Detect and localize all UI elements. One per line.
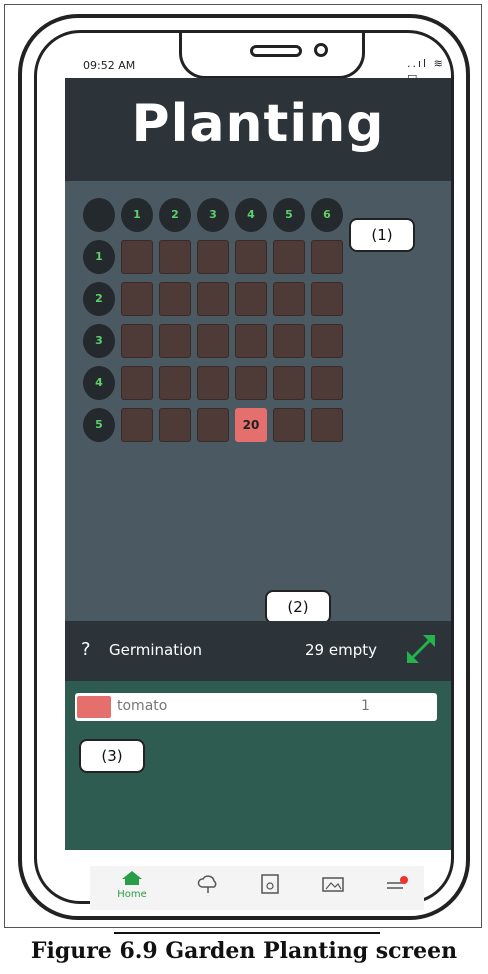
- cloud-icon: [197, 875, 217, 893]
- grid-cell[interactable]: [121, 324, 153, 358]
- menu-notification-icon: [387, 876, 408, 889]
- caption-rule: [114, 932, 380, 934]
- help-button[interactable]: ?: [81, 639, 91, 660]
- grid-cell[interactable]: [121, 282, 153, 316]
- nav-home[interactable]: Home: [112, 870, 152, 900]
- nav-home-label: Home: [117, 889, 147, 900]
- home-icon: [122, 871, 142, 885]
- figure-caption: Figure 6.9 Garden Planting screen: [30, 938, 458, 964]
- row-header: 1: [83, 240, 115, 274]
- grid-cell[interactable]: [121, 408, 153, 442]
- grid-cell[interactable]: [197, 240, 229, 274]
- grid-cell[interactable]: [121, 240, 153, 274]
- column-header: 4: [235, 198, 267, 232]
- annotation-callout-1: (1): [349, 218, 415, 252]
- grid-cell[interactable]: [159, 282, 191, 316]
- grid-cell[interactable]: [235, 366, 267, 400]
- stage-label: Germination: [109, 641, 202, 659]
- grid-cell[interactable]: [273, 324, 305, 358]
- status-time: 09:52 AM: [83, 59, 136, 72]
- grid-cell[interactable]: [273, 408, 305, 442]
- camera-icon: [314, 43, 328, 57]
- annotation-callout-2: (2): [265, 590, 331, 624]
- phone-notch: [179, 33, 365, 79]
- plant-name: tomato: [117, 698, 168, 714]
- plant-count: 1: [361, 698, 370, 714]
- row-header: 2: [83, 282, 115, 316]
- grid-cell[interactable]: [159, 240, 191, 274]
- speaker-icon: [250, 45, 302, 57]
- nav-cloud[interactable]: [188, 874, 228, 899]
- grid-cell[interactable]: [311, 282, 343, 316]
- grid-cell[interactable]: [159, 366, 191, 400]
- page-title: Planting: [131, 94, 385, 154]
- column-header: 5: [273, 198, 305, 232]
- grid-cell[interactable]: [311, 240, 343, 274]
- grid-corner: [83, 198, 115, 232]
- grid-cell[interactable]: [235, 282, 267, 316]
- grid-cell[interactable]: [273, 366, 305, 400]
- grid-cell[interactable]: [235, 240, 267, 274]
- app-header: Planting: [65, 78, 451, 181]
- garden-icon: [261, 874, 279, 894]
- nav-gallery[interactable]: [314, 874, 354, 899]
- plant-list: tomato 1 (3): [65, 681, 451, 850]
- nav-menu[interactable]: [378, 874, 418, 899]
- row-header: 3: [83, 324, 115, 358]
- grid-cell[interactable]: [197, 282, 229, 316]
- grid-cell[interactable]: [235, 324, 267, 358]
- column-header: 3: [197, 198, 229, 232]
- column-header: 1: [121, 198, 153, 232]
- grid-cell[interactable]: [197, 366, 229, 400]
- grid-cell[interactable]: [311, 408, 343, 442]
- bottom-nav: Home: [90, 866, 424, 910]
- grid-cell[interactable]: [273, 282, 305, 316]
- grid-cell[interactable]: [273, 240, 305, 274]
- nav-garden[interactable]: [250, 874, 290, 899]
- grid-cell[interactable]: [311, 324, 343, 358]
- info-bar: ? Germination 29 empty: [65, 621, 451, 681]
- column-header: 2: [159, 198, 191, 232]
- grid-cell[interactable]: [197, 408, 229, 442]
- column-header: 6: [311, 198, 343, 232]
- grid-cell[interactable]: [197, 324, 229, 358]
- empty-count: 29 empty: [305, 641, 377, 659]
- grid-cell[interactable]: [159, 408, 191, 442]
- list-item[interactable]: tomato 1: [75, 693, 437, 721]
- row-header: 5: [83, 408, 115, 442]
- annotation-callout-3: (3): [79, 739, 145, 773]
- plant-color-swatch: [77, 696, 111, 718]
- grid-cell[interactable]: [311, 366, 343, 400]
- planting-app: Planting 1 2 3 4 5 6 1 2 3 4 5 20 (1) (2) ? Germina…: [65, 78, 451, 850]
- expand-icon[interactable]: [405, 633, 437, 665]
- grid-cell[interactable]: [159, 324, 191, 358]
- grid-cell-filled[interactable]: 20: [235, 408, 267, 442]
- gallery-icon: [322, 877, 344, 892]
- row-header: 4: [83, 366, 115, 400]
- grid-cell[interactable]: [121, 366, 153, 400]
